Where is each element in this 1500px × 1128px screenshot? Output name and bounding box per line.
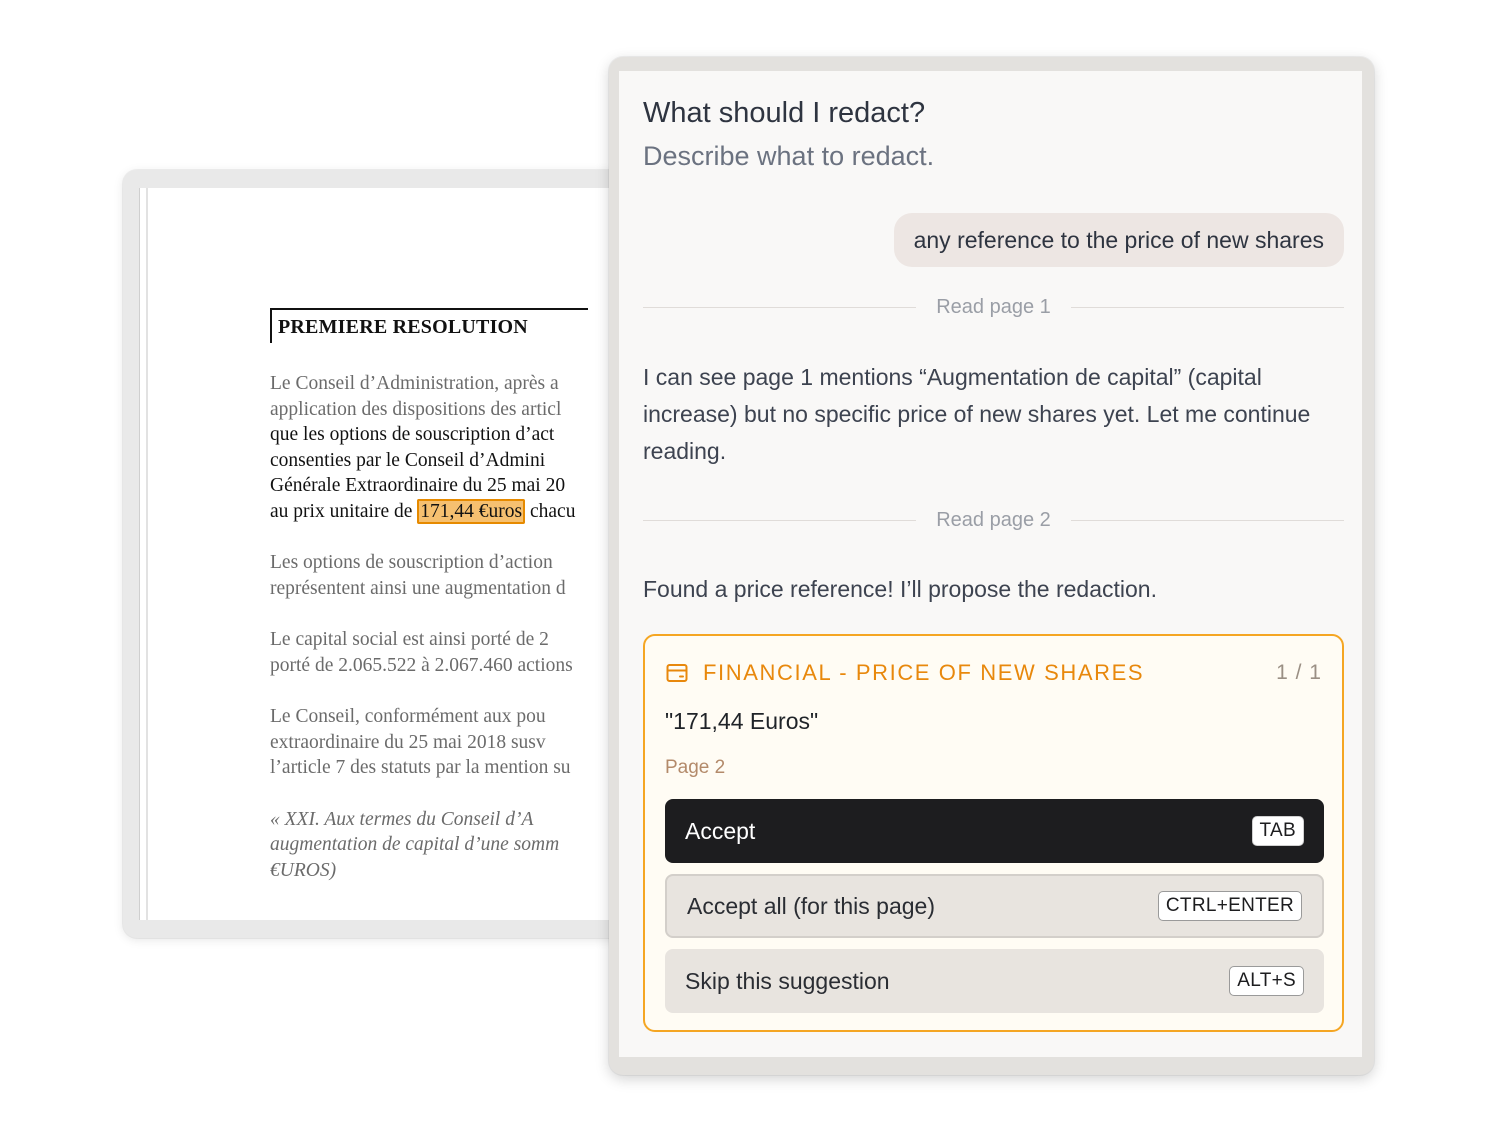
suggestion-header: FINANCIAL - PRICE OF NEW SHARES 1 / 1	[665, 658, 1322, 688]
accept-button[interactable]: Accept TAB	[665, 799, 1324, 863]
divider-line	[1070, 306, 1345, 308]
suggestion-counter: 1 / 1	[1276, 661, 1322, 684]
accept-all-button-label: Accept all (for this page)	[687, 892, 936, 919]
chat-area: What should I redact? Describe what to r…	[619, 71, 1362, 1057]
skip-suggestion-button[interactable]: Skip this suggestion ALT+S	[665, 949, 1324, 1013]
accept-button-label: Accept	[685, 817, 756, 844]
suggestion-category: FINANCIAL - PRICE OF NEW SHARES	[703, 660, 1145, 685]
accept-shortcut-badge: TAB	[1251, 816, 1304, 846]
suggestion-page[interactable]: Page 2	[665, 757, 725, 779]
redaction-highlight[interactable]: 171,44 €uros	[417, 498, 526, 524]
document-text-segment: au prix unitaire de	[270, 500, 418, 522]
document-text-segment: chacu	[525, 500, 576, 522]
suggestion-quote: "171,44 Euros"	[665, 708, 819, 734]
user-message: any reference to the price of new shares	[893, 213, 1344, 267]
skip-button-label: Skip this suggestion	[685, 967, 890, 994]
redaction-suggestion-card: FINANCIAL - PRICE OF NEW SHARES 1 / 1 "1…	[643, 634, 1344, 1032]
assistant-message: Found a price reference! I’ll propose th…	[643, 576, 1157, 602]
scan-edge	[146, 188, 148, 920]
divider-line	[643, 519, 917, 521]
redaction-assistant-panel: What should I redact? Describe what to r…	[609, 57, 1374, 1075]
read-page-divider: Read page 1	[643, 292, 1345, 322]
credit-card-icon	[666, 664, 688, 682]
panel-subtitle: Describe what to redact.	[643, 141, 935, 171]
divider-line	[643, 306, 917, 308]
document-page: PREMIERE RESOLUTION Le Conseil d’Adminis…	[139, 188, 679, 920]
accept-all-button[interactable]: Accept all (for this page) CTRL+ENTER	[665, 874, 1324, 938]
assistant-message: I can see page 1 mentions “Augmentation …	[643, 364, 1311, 464]
document-heading: PREMIERE RESOLUTION	[270, 308, 588, 343]
read-page-divider: Read page 2	[643, 505, 1345, 535]
panel-title: What should I redact?	[643, 97, 926, 129]
divider-label: Read page 2	[936, 508, 1051, 531]
document-preview-card: PREMIERE RESOLUTION Le Conseil d’Adminis…	[123, 170, 683, 938]
divider-line	[1070, 519, 1345, 521]
divider-label: Read page 1	[936, 295, 1051, 318]
accept-all-shortcut-badge: CTRL+ENTER	[1157, 891, 1302, 921]
skip-shortcut-badge: ALT+S	[1229, 966, 1304, 996]
